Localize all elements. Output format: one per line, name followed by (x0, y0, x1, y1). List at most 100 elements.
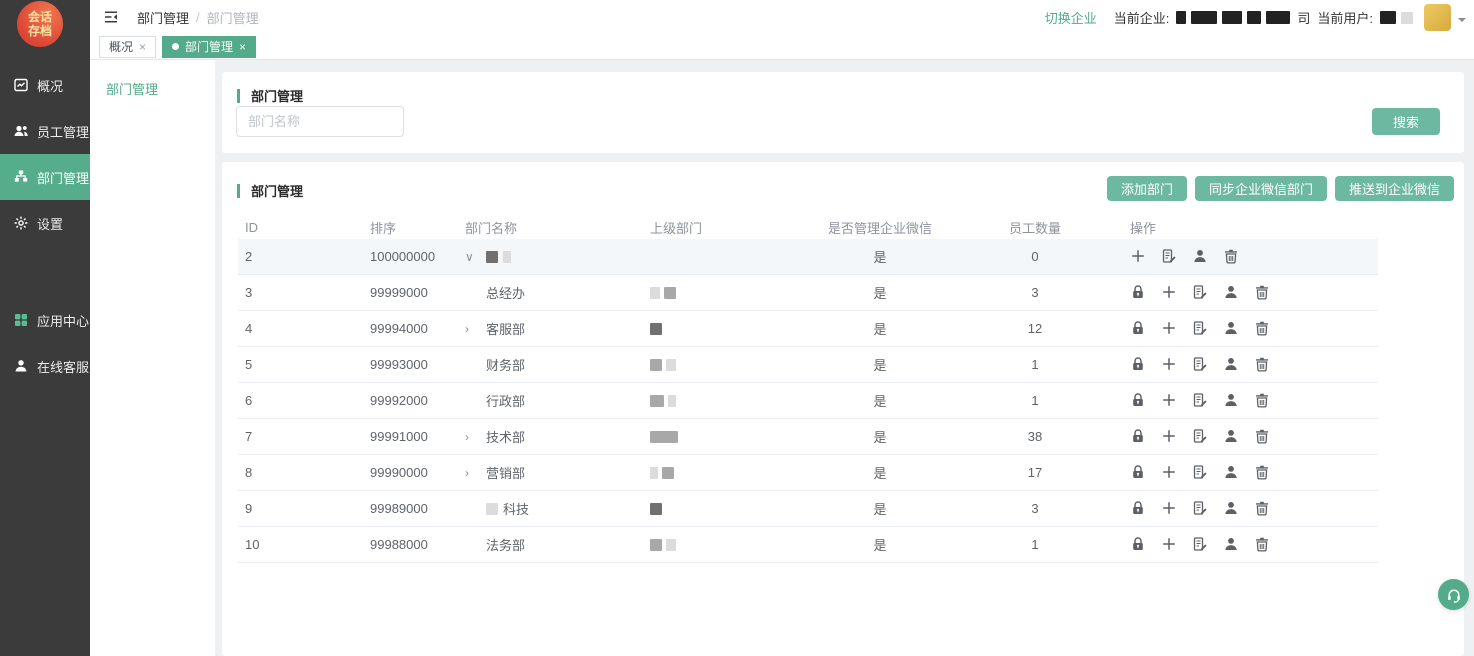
op-edit-icon[interactable] (1161, 248, 1178, 265)
push-to-wecom-button[interactable]: 推送到企业微信 (1335, 176, 1454, 201)
cell-sort: 99994000 (370, 321, 465, 336)
sidebar-section-gap (0, 246, 90, 297)
expand-arrow-icon[interactable]: › (465, 322, 481, 336)
expand-arrow-icon[interactable]: › (465, 430, 481, 444)
op-lock-icon[interactable] (1130, 392, 1147, 409)
sidebar-item-settings[interactable]: 设置 (0, 200, 90, 246)
op-add-icon[interactable] (1161, 464, 1178, 481)
breadcrumb: 部门管理 / 部门管理 (137, 8, 259, 27)
switch-company-link[interactable]: 切换企业 (1045, 8, 1097, 27)
op-edit-icon[interactable] (1192, 320, 1209, 337)
tab-overview[interactable]: 概况× (99, 36, 156, 58)
cell-department-name: ›技术部 (465, 427, 650, 446)
op-edit-icon[interactable] (1192, 284, 1209, 301)
user-menu-caret-icon[interactable] (1458, 18, 1466, 26)
op-lock-icon[interactable] (1130, 428, 1147, 445)
tab-active-dot-icon (172, 43, 179, 50)
op-delete-icon[interactable] (1254, 464, 1271, 481)
submenu-item-departments[interactable]: 部门管理 (90, 70, 215, 106)
online-support-float-button[interactable] (1438, 579, 1469, 610)
table-row: 499994000›客服部是12 (238, 311, 1378, 347)
op-members-icon[interactable] (1223, 536, 1240, 553)
op-lock-icon[interactable] (1130, 284, 1147, 301)
search-card-title-row: 部门管理 (222, 72, 1464, 105)
user-avatar[interactable] (1424, 4, 1451, 31)
sidebar-item-employees[interactable]: 员工管理 (0, 108, 90, 154)
op-edit-icon[interactable] (1192, 356, 1209, 373)
op-lock-icon[interactable] (1130, 356, 1147, 373)
op-lock-icon[interactable] (1130, 320, 1147, 337)
op-lock-icon[interactable] (1130, 500, 1147, 517)
op-members-icon[interactable] (1223, 428, 1240, 445)
op-members-icon[interactable] (1223, 320, 1240, 337)
title-accent-bar (237, 89, 240, 103)
op-edit-icon[interactable] (1192, 536, 1209, 553)
breadcrumb-current: 部门管理 (207, 8, 259, 27)
op-edit-icon[interactable] (1192, 428, 1209, 445)
current-user-redacted (1380, 11, 1413, 24)
op-members-icon[interactable] (1192, 248, 1209, 265)
op-delete-icon[interactable] (1223, 248, 1240, 265)
column-header: 员工数量 (960, 218, 1110, 237)
sidebar-item-app-center[interactable]: 应用中心 (0, 297, 90, 343)
op-members-icon[interactable] (1223, 500, 1240, 517)
op-members-icon[interactable] (1223, 464, 1240, 481)
sidebar-item-departments[interactable]: 部门管理 (0, 154, 90, 200)
cell-sort: 100000000 (370, 249, 465, 264)
op-delete-icon[interactable] (1254, 536, 1271, 553)
op-delete-icon[interactable] (1254, 320, 1271, 337)
brand-logo-line1: 会话 (28, 10, 52, 24)
op-lock-icon[interactable] (1130, 536, 1147, 553)
cell-operations (1110, 284, 1378, 301)
op-add-icon[interactable] (1161, 536, 1178, 553)
op-members-icon[interactable] (1223, 284, 1240, 301)
expand-arrow-icon[interactable]: › (465, 466, 481, 480)
cell-manage-wecom: 是 (800, 283, 960, 302)
chart-icon (13, 77, 29, 93)
op-add-icon[interactable] (1161, 320, 1178, 337)
op-add-icon[interactable] (1130, 248, 1147, 265)
cell-employee-count: 1 (960, 357, 1110, 372)
op-members-icon[interactable] (1223, 392, 1240, 409)
department-name-input[interactable] (236, 106, 404, 137)
op-delete-icon[interactable] (1254, 392, 1271, 409)
grid-icon (13, 312, 29, 328)
cell-parent-department (650, 467, 800, 479)
redaction-block (666, 539, 676, 551)
redaction-block (650, 431, 678, 443)
op-lock-icon[interactable] (1130, 464, 1147, 481)
op-edit-icon[interactable] (1192, 500, 1209, 517)
cell-operations (1110, 248, 1378, 265)
op-edit-icon[interactable] (1192, 464, 1209, 481)
op-members-icon[interactable] (1223, 356, 1240, 373)
op-delete-icon[interactable] (1254, 500, 1271, 517)
department-name-text: 客服部 (486, 319, 525, 338)
op-delete-icon[interactable] (1254, 356, 1271, 373)
cell-manage-wecom: 是 (800, 463, 960, 482)
op-delete-icon[interactable] (1254, 428, 1271, 445)
cell-department-name: 法务部 (465, 535, 650, 554)
cell-sort: 99993000 (370, 357, 465, 372)
sync-wecom-departments-button[interactable]: 同步企业微信部门 (1195, 176, 1327, 201)
cell-sort: 99990000 (370, 465, 465, 480)
op-delete-icon[interactable] (1254, 284, 1271, 301)
sidebar-item-overview[interactable]: 概况 (0, 62, 90, 108)
cell-department-name: ∨ (465, 250, 650, 264)
op-add-icon[interactable] (1161, 356, 1178, 373)
add-department-button[interactable]: 添加部门 (1107, 176, 1187, 201)
sidebar-item-online-support[interactable]: 在线客服 (0, 343, 90, 389)
tab-departments[interactable]: 部门管理× (162, 36, 256, 58)
collapse-arrow-icon[interactable]: ∨ (465, 250, 481, 264)
department-name-text: 行政部 (486, 391, 525, 410)
sidebar-fold-icon[interactable] (103, 9, 121, 25)
op-add-icon[interactable] (1161, 392, 1178, 409)
op-edit-icon[interactable] (1192, 392, 1209, 409)
breadcrumb-item-departments[interactable]: 部门管理 (137, 8, 189, 27)
op-add-icon[interactable] (1161, 500, 1178, 517)
op-add-icon[interactable] (1161, 428, 1178, 445)
op-add-icon[interactable] (1161, 284, 1178, 301)
search-button[interactable]: 搜索 (1372, 108, 1440, 135)
department-name-text: 财务部 (486, 355, 525, 374)
tab-close-icon[interactable]: × (239, 40, 246, 54)
tab-close-icon[interactable]: × (139, 40, 146, 54)
